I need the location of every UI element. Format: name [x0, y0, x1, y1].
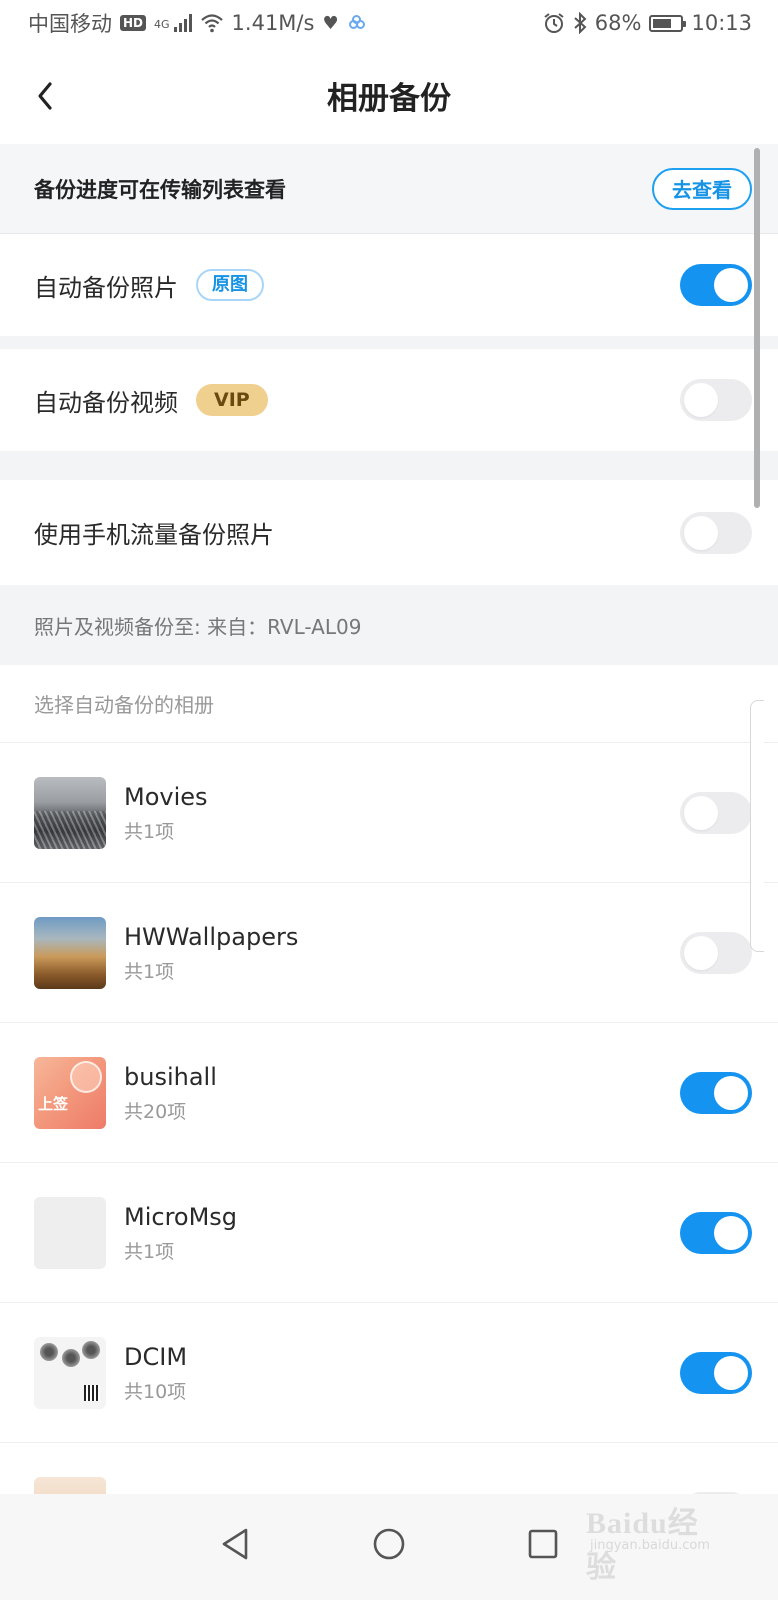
battery-icon [649, 14, 687, 32]
auto-backup-photos-label-group: 自动备份照片 原图 [34, 268, 264, 303]
original-quality-tag: 原图 [196, 269, 264, 301]
albums-section-title: 选择自动备份的相册 [0, 665, 778, 743]
auto-backup-videos-label: 自动备份视频 [34, 388, 178, 417]
album-name: Movies [124, 782, 208, 811]
album-row-micromsg[interactable]: MicroMsg 共1项 [0, 1163, 778, 1303]
clock-time: 10:13 [691, 11, 752, 35]
baidu-watermark: Baidu经验 jingyan.baidu.com [576, 1490, 726, 1584]
hd-icon: HD [120, 15, 147, 31]
notice-text: 备份进度可在传输列表查看 [34, 177, 286, 202]
backup-destination-text: 照片及视频备份至: 来自：RVL-AL09 [0, 585, 778, 665]
album-count: 共1项 [124, 960, 175, 983]
watermark-url: jingyan.baidu.com [590, 1538, 710, 1553]
album-name: busihall [124, 1062, 217, 1091]
album-thumbnail: 上签 [34, 1056, 106, 1129]
album-info: Movies 共1项 [124, 782, 680, 844]
cloud-icon [347, 15, 367, 31]
auto-backup-videos-row: 自动备份视频 VIP [0, 349, 778, 451]
view-transfer-list-button[interactable]: 去查看 [652, 167, 752, 210]
status-right: 68% 10:13 [543, 11, 752, 35]
vip-tag: VIP [196, 384, 268, 416]
album-row-movies[interactable]: Movies 共1项 [0, 743, 778, 883]
album-row-dcim[interactable]: DCIM 共10项 [0, 1303, 778, 1443]
page-title: 相册备份 [327, 80, 451, 117]
mobile-data-backup-label: 使用手机流量备份照片 [34, 521, 274, 549]
nav-home-button[interactable] [366, 1521, 412, 1567]
scrollbar[interactable] [754, 148, 760, 508]
network-speed-label: 1.41M/s [231, 11, 315, 35]
album-toggle-dcim[interactable] [680, 1351, 752, 1394]
status-left: 中国移动 HD 4G 1.41M/s ♥ [28, 8, 367, 38]
album-count: 共1项 [124, 820, 175, 843]
album-thumbnail [34, 1196, 106, 1269]
album-row-hwwallpapers[interactable]: HWWallpapers 共1项 [0, 883, 778, 1023]
album-toggle-hwwallpapers[interactable] [680, 931, 752, 974]
top-app-bar: 相册备份 [0, 46, 778, 144]
heart-rate-icon: ♥ [322, 12, 339, 34]
status-bar: 中国移动 HD 4G 1.41M/s ♥ 68% 10:13 [0, 0, 778, 46]
album-toggle-busihall[interactable] [680, 1071, 752, 1114]
signal-icon [173, 14, 192, 32]
carrier-label: 中国移动 [28, 12, 112, 36]
mobile-data-backup-toggle[interactable] [680, 511, 752, 554]
network-type-label: 4G [154, 18, 170, 31]
side-scroll-handle[interactable] [750, 700, 764, 952]
recents-square-icon [528, 1529, 558, 1559]
album-count: 共10项 [124, 1380, 187, 1403]
mobile-data-backup-row: 使用手机流量备份照片 [0, 480, 778, 585]
album-name: HWWallpapers [124, 922, 299, 951]
album-info: HWWallpapers 共1项 [124, 922, 680, 984]
auto-backup-videos-label-group: 自动备份视频 VIP [34, 383, 268, 418]
album-count: 共20项 [124, 1100, 187, 1123]
album-info: DCIM 共10项 [124, 1342, 680, 1404]
album-toggle-micromsg[interactable] [680, 1211, 752, 1254]
chevron-left-icon [38, 82, 52, 110]
alarm-icon [544, 13, 564, 33]
backup-progress-notice: 备份进度可在传输列表查看 去查看 [0, 144, 778, 234]
auto-backup-photos-toggle[interactable] [680, 264, 752, 306]
auto-backup-videos-toggle[interactable] [680, 379, 752, 421]
section-divider [0, 451, 778, 480]
nav-recents-button[interactable] [520, 1521, 566, 1567]
back-triangle-icon [222, 1528, 248, 1560]
album-thumbnail [34, 916, 106, 989]
album-row-busihall[interactable]: 上签 busihall 共20项 [0, 1023, 778, 1163]
auto-backup-photos-label: 自动备份照片 [34, 273, 178, 302]
album-count: 共1项 [124, 1240, 175, 1263]
nav-back-button[interactable] [212, 1521, 258, 1567]
section-divider [0, 336, 778, 349]
thumbnail-text: 上签 [38, 1094, 69, 1113]
album-info: MicroMsg 共1项 [124, 1202, 680, 1264]
album-thumbnail [34, 1336, 106, 1409]
bluetooth-icon [574, 12, 587, 34]
album-thumbnail [34, 776, 106, 849]
album-name: DCIM [124, 1342, 188, 1371]
album-toggle-movies[interactable] [680, 791, 752, 834]
auto-backup-photos-row: 自动备份照片 原图 [0, 234, 778, 336]
album-info: busihall 共20项 [124, 1062, 680, 1124]
battery-percent: 68% [594, 11, 642, 35]
mobile-data-label-group: 使用手机流量备份照片 [34, 515, 274, 550]
wifi-icon [200, 14, 223, 33]
back-button[interactable] [28, 76, 62, 116]
home-circle-icon [373, 1528, 405, 1560]
album-backup-screen: 中国移动 HD 4G 1.41M/s ♥ 68% 10:13 相册备份 备份进度… [0, 0, 778, 1600]
album-name: MicroMsg [124, 1202, 238, 1231]
